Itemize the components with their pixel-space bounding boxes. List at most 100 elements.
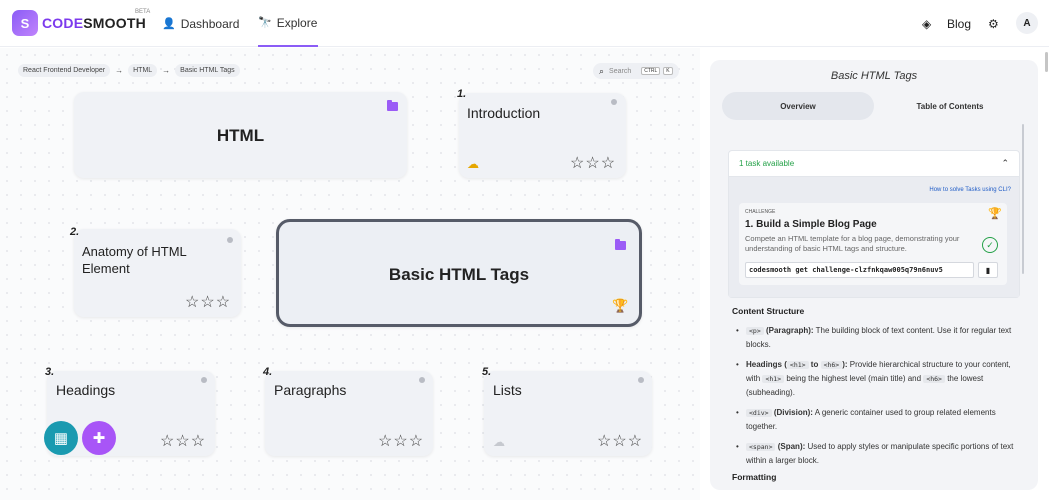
code-tag: <h6> xyxy=(923,375,945,383)
list-item: <span> (Span): Used to apply styles or m… xyxy=(736,440,1021,467)
workout-button[interactable]: ✚ xyxy=(82,421,116,455)
map-view-button[interactable]: ▦ xyxy=(44,421,78,455)
cloud-download-icon: ☁ xyxy=(467,157,479,171)
challenge-description: Compete an HTML template for a blog page… xyxy=(745,234,960,253)
check-icon: ✓ xyxy=(982,237,998,253)
brand-name[interactable]: CODESMOOTH xyxy=(42,15,146,31)
item-bold: (Division): xyxy=(773,408,813,417)
rating-stars: ☆☆☆ xyxy=(160,433,207,450)
location-icon[interactable]: ◈ xyxy=(922,0,931,47)
howto-link[interactable]: How to solve Tasks using CLI? xyxy=(929,187,1011,193)
task-count: 1 task available xyxy=(739,159,795,168)
rating-stars: ☆☆☆ xyxy=(185,294,232,311)
code-tag: <span> xyxy=(746,443,776,451)
user-icon: 👤 xyxy=(162,18,176,30)
list-item: Headings (<h1> to <h6>): Provide hierarc… xyxy=(736,358,1021,399)
card-title: Anatomy of HTML Element xyxy=(82,244,187,276)
code-tag: <h1> xyxy=(762,375,785,383)
trophy-icon: 🏆 xyxy=(612,298,629,313)
nav-explore-label: Explore xyxy=(276,15,318,30)
beta-badge: BETA xyxy=(135,9,151,15)
card-title: Headings xyxy=(56,382,116,398)
telescope-icon: 🔭 xyxy=(258,17,272,29)
item-bold: to xyxy=(808,360,821,369)
tab-overview[interactable]: Overview xyxy=(722,92,874,120)
list-item: <p> (Paragraph): The building block of t… xyxy=(736,324,1021,351)
task-body: How to solve Tasks using CLI? CHALLENGE … xyxy=(729,177,1019,297)
card-lists[interactable]: 5. Lists ☁ ☆☆☆ xyxy=(482,366,652,456)
folder-icon xyxy=(615,239,626,250)
card-title: Paragraphs xyxy=(274,382,347,398)
card-introduction[interactable]: 1. Introduction ☁ ☆☆☆ xyxy=(457,88,626,178)
arrow-right-icon: → xyxy=(115,66,124,75)
challenge-card[interactable]: CHALLENGE 🏆 1. Build a Simple Blog Page … xyxy=(739,203,1007,285)
folder-icon xyxy=(387,100,398,111)
item-text: being the highest level (main title) and xyxy=(784,374,924,383)
brand-code: CODE xyxy=(42,15,84,31)
card-number: 4. xyxy=(263,366,273,378)
panel-title: Basic HTML Tags xyxy=(830,70,918,82)
top-bar: S CODESMOOTH BETA 👤 Dashboard 🔭 Explore ◈ … xyxy=(0,0,1049,47)
breadcrumb: React Frontend Developer → HTML → Basic … xyxy=(18,64,240,77)
challenge-label: CHALLENGE xyxy=(745,209,776,215)
search-input[interactable]: ⌕ Search CTRL K xyxy=(593,63,679,79)
avatar[interactable]: A xyxy=(1016,12,1038,34)
rating-stars: ☆☆☆ xyxy=(570,155,617,172)
nav-explore[interactable]: 🔭 Explore xyxy=(258,0,318,47)
panel-scrollbar[interactable] xyxy=(1022,124,1024,274)
item-bold: Headings ( xyxy=(746,360,787,369)
card-title: HTML xyxy=(216,126,265,145)
formatting-heading: Formatting xyxy=(732,472,777,482)
status-dot xyxy=(419,377,425,383)
card-title: Basic HTML Tags xyxy=(388,265,530,284)
cloud-download-icon: ☁ xyxy=(493,435,505,449)
nav-dashboard-label: Dashboard xyxy=(180,16,240,31)
breadcrumb-item[interactable]: HTML xyxy=(128,64,158,77)
arrow-right-icon: → xyxy=(162,66,171,75)
breadcrumb-item[interactable]: Basic HTML Tags xyxy=(175,64,240,77)
details-panel: Basic HTML Tags Overview Table of Conten… xyxy=(710,60,1038,490)
blog-link[interactable]: Blog xyxy=(947,0,971,47)
card-html[interactable]: HTML xyxy=(74,92,407,178)
task-accordion-header[interactable]: 1 task available ⌃ xyxy=(729,151,1019,177)
search-placeholder: Search xyxy=(609,67,632,75)
cli-command-field[interactable]: codesmooth get challenge-clzfnkqaw005q79… xyxy=(745,262,974,278)
challenge-title: 1. Build a Simple Blog Page xyxy=(745,219,877,230)
trophy-icon: 🏆 xyxy=(988,208,1002,220)
status-dot xyxy=(201,377,207,383)
tab-table-of-contents[interactable]: Table of Contents xyxy=(874,92,1026,120)
breadcrumb-item[interactable]: React Frontend Developer xyxy=(18,64,111,77)
chevron-up-icon: ⌃ xyxy=(1001,158,1009,168)
status-dot xyxy=(611,99,617,105)
search-icon: ⌕ xyxy=(599,65,605,76)
shortcut-k: K xyxy=(663,67,673,75)
status-dot xyxy=(227,237,233,243)
panel-tabs: Overview Table of Contents xyxy=(722,92,1026,120)
list-item: <div> (Division): A generic container us… xyxy=(736,406,1021,433)
nav-dashboard[interactable]: 👤 Dashboard xyxy=(162,0,239,47)
code-tag: <h1> xyxy=(786,361,809,369)
card-paragraphs[interactable]: 4. Paragraphs ☆☆☆ xyxy=(263,366,433,456)
gear-icon[interactable]: ⚙ xyxy=(988,0,999,47)
card-anatomy[interactable]: 2. Anatomy of HTML Element ☆☆☆ xyxy=(70,226,241,317)
page-scrollbar[interactable] xyxy=(1045,52,1048,72)
task-accordion: 1 task available ⌃ How to solve Tasks us… xyxy=(728,150,1020,298)
item-bold: (Paragraph): xyxy=(765,326,814,335)
card-number: 5. xyxy=(482,366,492,378)
copy-icon[interactable]: ▮ xyxy=(978,262,998,278)
shortcut-ctrl: CTRL xyxy=(641,67,661,75)
rating-stars: ☆☆☆ xyxy=(597,433,644,450)
content-structure-heading: Content Structure xyxy=(732,306,805,316)
brand-rest: SMOOTH xyxy=(83,15,146,31)
logo-icon[interactable]: S xyxy=(12,10,38,36)
card-number: 1. xyxy=(457,88,467,100)
item-bold: (Span): xyxy=(777,442,806,451)
rating-stars: ☆☆☆ xyxy=(378,433,425,450)
content-list: <p> (Paragraph): The building block of t… xyxy=(736,324,1021,474)
code-tag: <p> xyxy=(746,327,764,335)
card-title: Lists xyxy=(493,382,522,398)
card-number: 2. xyxy=(70,226,80,238)
card-basic-html-tags[interactable]: Basic HTML Tags 🏆 xyxy=(276,219,642,327)
card-title: Introduction xyxy=(467,105,541,121)
code-tag: <h6> xyxy=(820,361,843,369)
